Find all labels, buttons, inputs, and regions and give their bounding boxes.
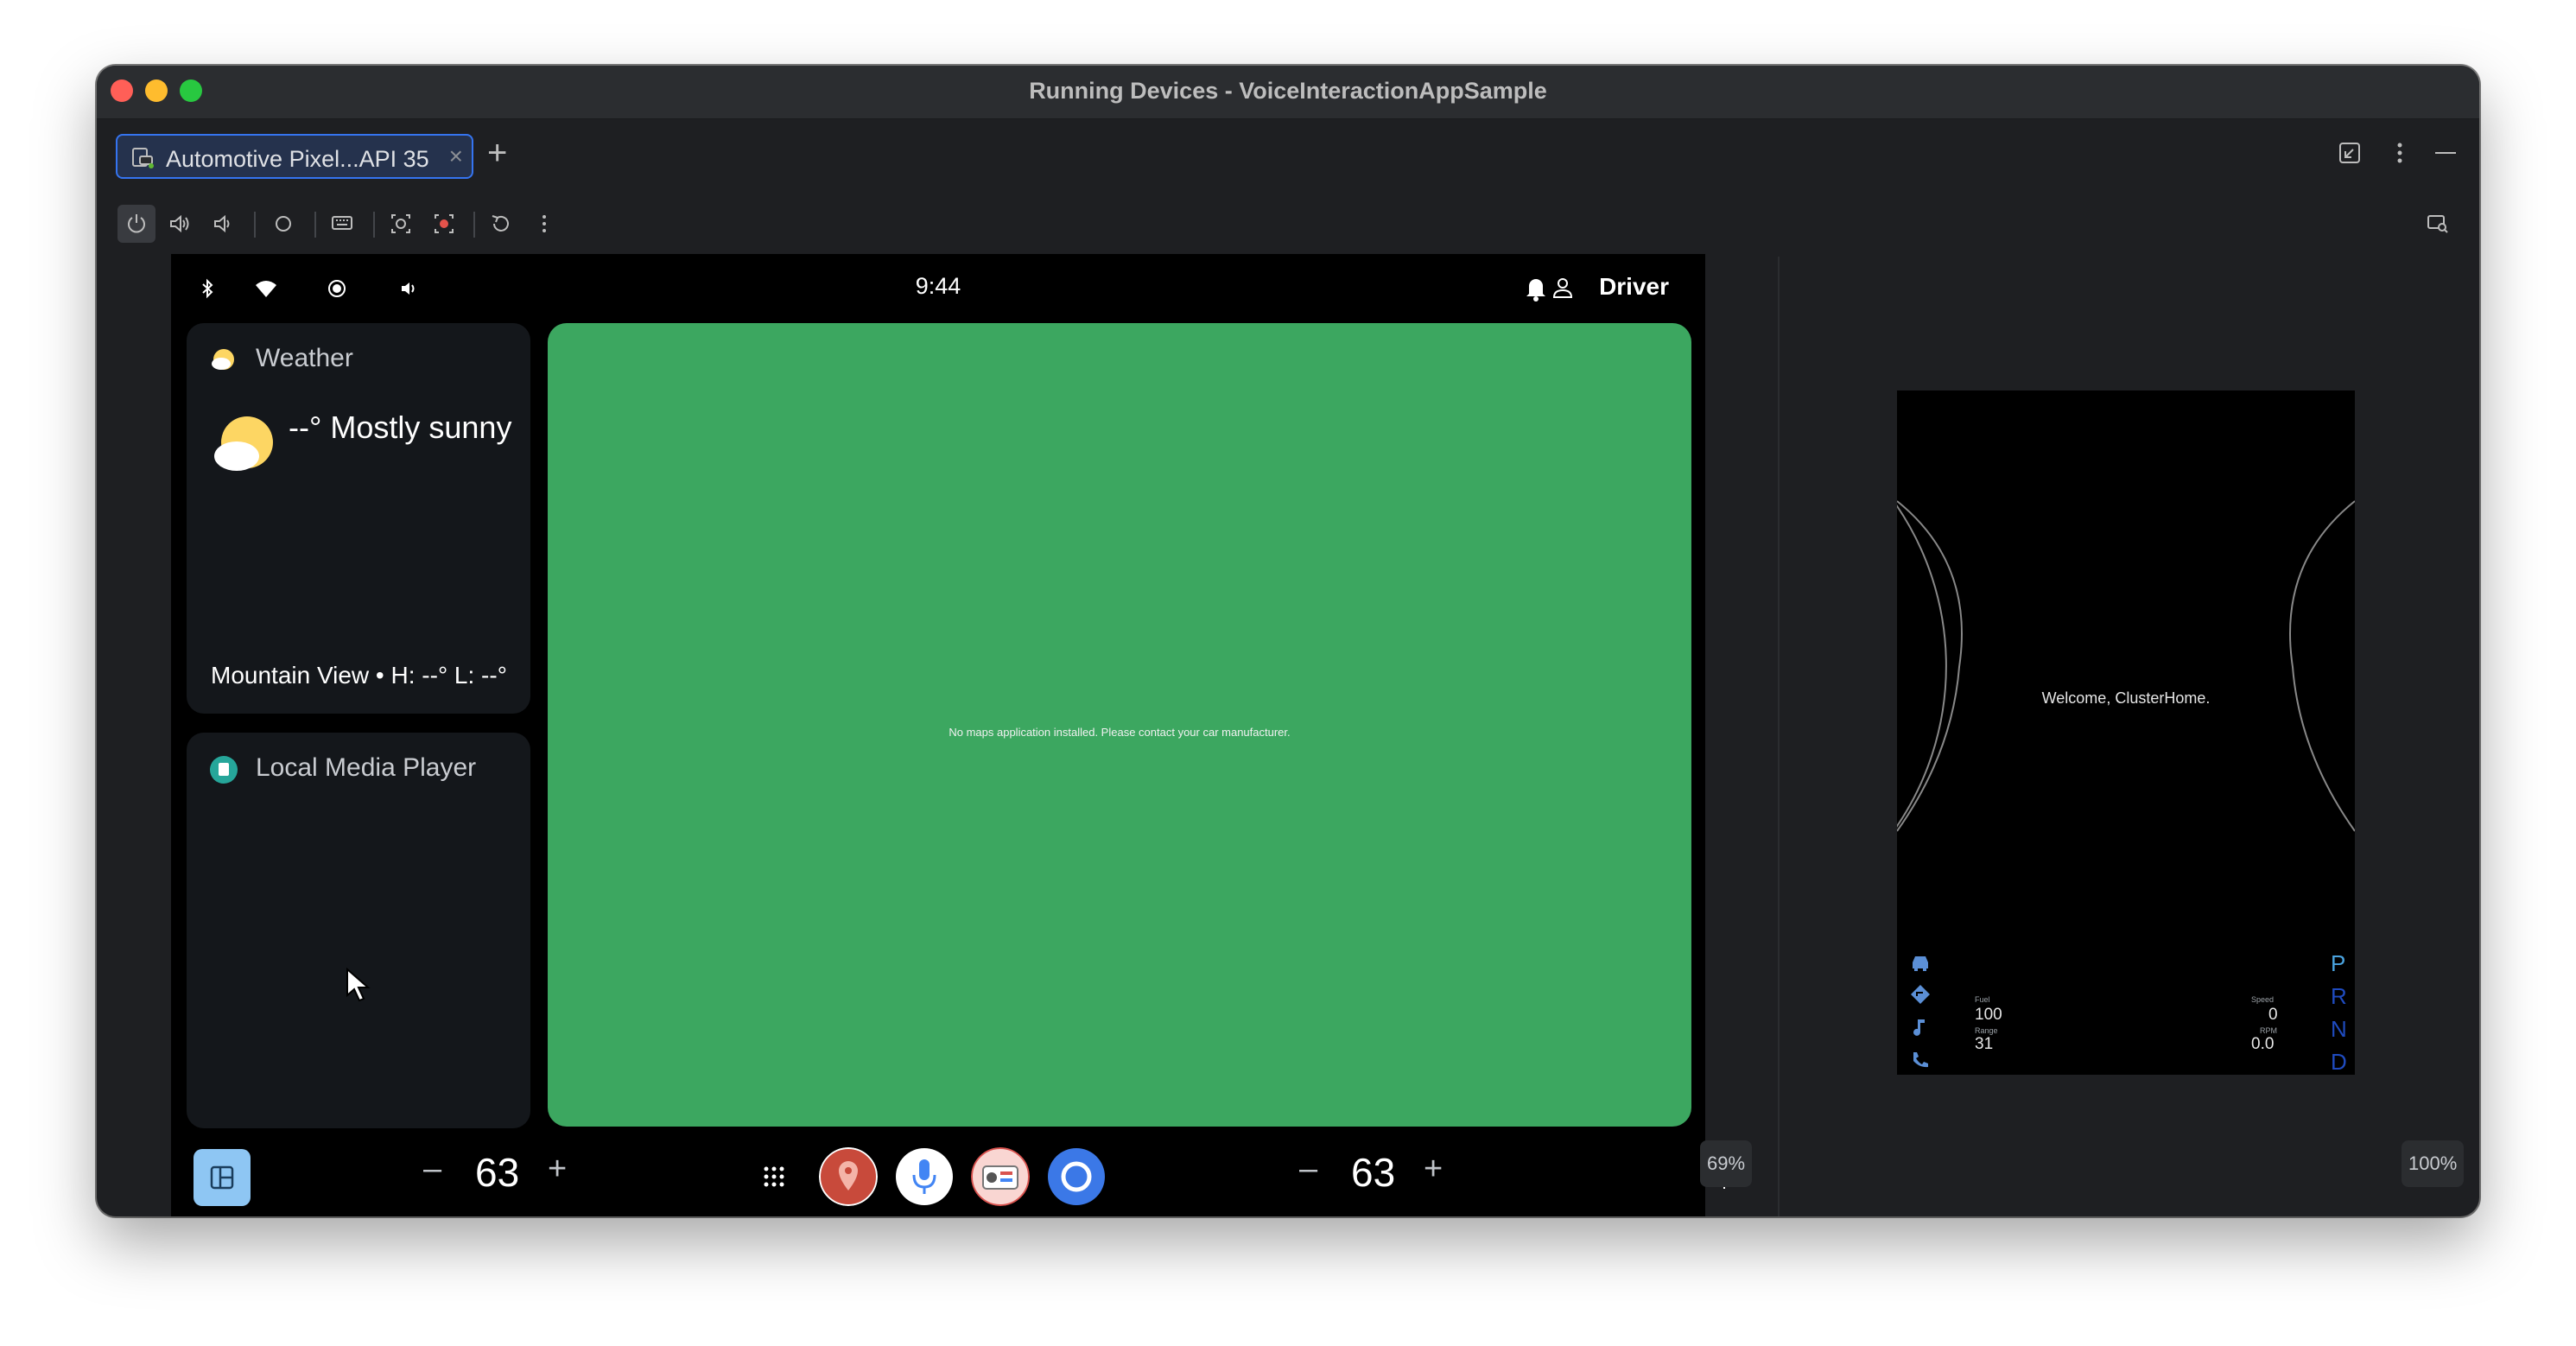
- device-toolbar: [97, 193, 2479, 257]
- map-panel[interactable]: No maps application installed. Please co…: [548, 323, 1691, 1127]
- volume-up-button[interactable]: [161, 205, 199, 243]
- media-player-icon: [210, 756, 238, 784]
- user-icon[interactable]: [1550, 275, 1576, 301]
- rotate-icon: [492, 215, 509, 232]
- volume-down-icon: [214, 214, 230, 233]
- radio-app-icon[interactable]: [971, 1147, 1030, 1206]
- gauge-arcs: [1897, 500, 2355, 832]
- power-button[interactable]: [117, 205, 155, 243]
- toolbar-separator: [254, 212, 256, 238]
- gear-drive: D: [2331, 1049, 2347, 1075]
- close-tab-icon[interactable]: ×: [449, 143, 463, 170]
- maps-app-icon[interactable]: [819, 1147, 878, 1206]
- rotate-button[interactable]: [482, 205, 520, 243]
- more-options-icon[interactable]: [2388, 141, 2412, 165]
- cluster-welcome-text: Welcome, ClusterHome.: [2041, 689, 2211, 707]
- user-profile-label[interactable]: Driver: [1599, 273, 1669, 301]
- speed-label: Speed: [2251, 995, 2275, 1004]
- notification-bell-icon[interactable]: [1522, 273, 1550, 302]
- navigation-icon[interactable]: [1909, 983, 1932, 1006]
- media-title: Local Media Player: [256, 753, 477, 782]
- gear-reverse: R: [2331, 983, 2347, 1009]
- assistant-app-icon[interactable]: [895, 1147, 954, 1206]
- emulator-window: Running Devices - VoiceInteractionAppSam…: [97, 66, 2479, 1216]
- no-maps-message: No maps application installed. Please co…: [949, 726, 1291, 739]
- screenshot-button[interactable]: [382, 205, 420, 243]
- keyboard-icon: [332, 216, 352, 230]
- exit-fullscreen-icon[interactable]: [2338, 141, 2362, 165]
- rpm-label: RPM: [2260, 1026, 2277, 1035]
- speed-value: 0: [2268, 1006, 2278, 1024]
- device-screen[interactable]: 9:44 Driver Weather --° Mostly sunny Mou…: [171, 254, 1733, 1216]
- device-tab-label: Automotive Pixel...API 35: [166, 146, 429, 172]
- weather-location: Mountain View • H: --° L: --°: [211, 662, 507, 689]
- screen-record-button[interactable]: [425, 205, 463, 243]
- status-clock: 9:44: [915, 273, 961, 299]
- power-icon: [128, 214, 145, 233]
- inspect-layout-button[interactable]: [2419, 205, 2457, 243]
- status-bar: 9:44 Driver: [171, 254, 1705, 323]
- device-tab[interactable]: Automotive Pixel...API 35 ×: [116, 134, 473, 179]
- media-card[interactable]: Local Media Player: [187, 733, 530, 1128]
- fuel-value: 100: [1975, 1006, 2002, 1024]
- car-device-icon: [132, 148, 154, 168]
- browser-app-icon[interactable]: [1047, 1147, 1106, 1206]
- phone-icon[interactable]: [1909, 1049, 1932, 1071]
- app-grid-button[interactable]: [194, 1149, 251, 1206]
- weather-card[interactable]: Weather --° Mostly sunny Mountain View •…: [187, 323, 530, 714]
- add-device-button[interactable]: +: [487, 134, 507, 172]
- left-volume-value: 63: [475, 1150, 520, 1195]
- range-value: 31: [1975, 1035, 1994, 1053]
- title-bar: Running Devices - VoiceInteractionAppSam…: [97, 66, 2479, 119]
- rpm-value: 0.0: [2251, 1035, 2275, 1053]
- left-volume-up-button[interactable]: +: [548, 1151, 567, 1188]
- window-title: Running Devices - VoiceInteractionAppSam…: [1029, 78, 1547, 104]
- system-nav-bar: – 63 + – 63 +: [171, 1128, 1733, 1216]
- car-icon[interactable]: [1909, 950, 1932, 973]
- right-volume-value: 63: [1351, 1150, 1396, 1195]
- dashboard-icon: [210, 1165, 234, 1190]
- music-note-icon[interactable]: [1909, 1016, 1932, 1038]
- device-tab-bar: Automotive Pixel...API 35 × +: [97, 120, 2479, 193]
- cluster-display[interactable]: Welcome, ClusterHome. Fuel 100 Range 31 …: [1897, 390, 2355, 1075]
- volume-down-button[interactable]: [204, 205, 242, 243]
- apps-grid-icon[interactable]: [762, 1165, 786, 1189]
- fuel-label: Fuel: [1975, 995, 1990, 1004]
- camera-icon: [391, 214, 410, 233]
- volume-up-icon: [170, 214, 189, 233]
- partly-sunny-icon: [214, 416, 273, 471]
- record-icon: [435, 214, 454, 233]
- gear-neutral: N: [2331, 1016, 2347, 1042]
- weather-small-icon: [212, 349, 234, 370]
- keyboard-button[interactable]: [323, 205, 361, 243]
- right-volume-up-button[interactable]: +: [1424, 1151, 1443, 1188]
- home-button[interactable]: [264, 205, 302, 243]
- inspect-icon: [2427, 215, 2448, 233]
- range-label: Range: [1975, 1026, 1998, 1035]
- more-vertical-icon: [542, 215, 546, 232]
- toolbar-separator: [373, 212, 375, 238]
- cluster-zoom-indicator[interactable]: 100%: [2402, 1140, 2465, 1187]
- hide-panel-icon[interactable]: [2433, 141, 2459, 165]
- toolbar-separator: [314, 212, 316, 238]
- device-zoom-indicator[interactable]: 69%: [1700, 1140, 1753, 1187]
- right-volume-down-button[interactable]: –: [1299, 1151, 1317, 1188]
- weather-title: Weather: [256, 344, 353, 372]
- weather-temperature: --° Mostly sunny: [289, 410, 512, 445]
- circle-home-icon: [276, 216, 291, 232]
- toolbar-separator: [473, 212, 475, 238]
- mouse-cursor-icon: [346, 968, 371, 1002]
- panel-divider[interactable]: [1778, 257, 1780, 1216]
- left-volume-down-button[interactable]: –: [423, 1151, 441, 1188]
- toolbar-more-button[interactable]: [525, 205, 563, 243]
- gear-park: P: [2331, 950, 2346, 976]
